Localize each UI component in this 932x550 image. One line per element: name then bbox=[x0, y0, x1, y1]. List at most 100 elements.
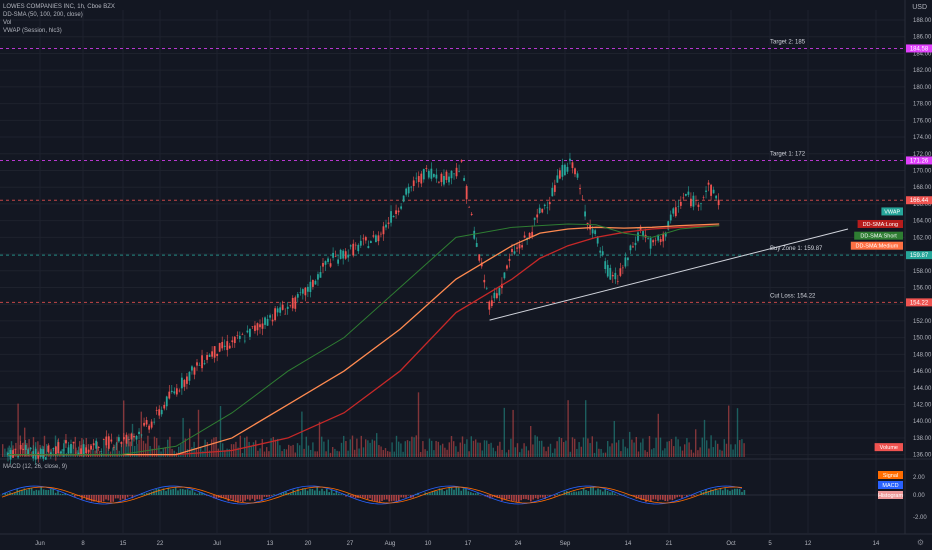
histogram-bar bbox=[177, 490, 179, 495]
indicator-vwap[interactable]: VWAP (Session, hlc3) bbox=[3, 27, 115, 35]
candle-body bbox=[405, 188, 408, 195]
y-tick-label: 152.00 bbox=[913, 319, 932, 325]
volume-bar bbox=[549, 443, 552, 457]
histogram-bar bbox=[614, 493, 616, 495]
candle-body bbox=[616, 281, 619, 282]
volume-bar bbox=[323, 441, 325, 457]
candle-body bbox=[576, 173, 579, 178]
histogram-bar bbox=[227, 495, 230, 502]
x-tick-label: 21 bbox=[666, 541, 673, 547]
histogram-bar bbox=[455, 487, 458, 495]
candle-body bbox=[546, 207, 549, 209]
volume-bar bbox=[576, 448, 578, 457]
candle-body bbox=[569, 158, 571, 161]
price-chart[interactable]: 136.00138.00140.00142.00144.00146.00148.… bbox=[0, 0, 932, 550]
volume-bar bbox=[523, 443, 525, 457]
histogram-bar bbox=[59, 493, 62, 495]
histogram-bar bbox=[165, 490, 167, 495]
histogram-bar bbox=[518, 495, 520, 502]
histogram-bar bbox=[143, 493, 146, 495]
histogram-bar bbox=[719, 488, 722, 495]
histogram-bar bbox=[717, 490, 719, 495]
candle-body bbox=[296, 294, 299, 298]
volume-bar bbox=[681, 450, 684, 457]
y-tick-label: 174.00 bbox=[913, 135, 932, 141]
candle-body bbox=[465, 186, 468, 200]
volume-bar bbox=[657, 413, 659, 457]
volume-bar bbox=[186, 449, 189, 457]
histogram-bar bbox=[62, 493, 64, 495]
y-tick-label: 158.00 bbox=[913, 269, 932, 275]
histogram-bar bbox=[606, 490, 609, 495]
candle-body bbox=[541, 208, 544, 213]
candle-body bbox=[191, 366, 193, 371]
histogram-bar bbox=[729, 490, 731, 495]
histogram-bar bbox=[33, 490, 35, 495]
y-tick-label: 164.00 bbox=[913, 219, 932, 225]
volume-bar bbox=[741, 439, 743, 457]
candle-body bbox=[279, 307, 282, 313]
volume-bar bbox=[567, 400, 569, 457]
histogram-bar bbox=[83, 495, 86, 498]
y-tick-label: 188.00 bbox=[913, 18, 932, 24]
symbol-title[interactable]: LOWES COMPANIES INC, 1h, Cboe BZX bbox=[3, 3, 115, 11]
candle-body bbox=[339, 249, 342, 259]
histogram-bar bbox=[405, 495, 407, 498]
gear-icon[interactable]: ⚙ bbox=[917, 538, 924, 547]
macd-y-tick: 2.00 bbox=[913, 475, 925, 481]
volume-bar bbox=[703, 419, 706, 457]
candle-body bbox=[213, 346, 216, 358]
candle-body bbox=[128, 439, 130, 440]
candle-body bbox=[133, 435, 135, 438]
histogram-bar bbox=[258, 495, 261, 500]
indicator-vol[interactable]: Vol bbox=[3, 19, 115, 27]
candle-body bbox=[553, 185, 556, 192]
candle-body bbox=[243, 340, 246, 342]
candle-body bbox=[571, 162, 574, 169]
volume-bar bbox=[710, 435, 712, 457]
histogram-bar bbox=[693, 495, 695, 497]
candle-body bbox=[314, 280, 317, 285]
histogram-bar bbox=[446, 489, 448, 495]
candle-body bbox=[306, 286, 309, 292]
volume-bar bbox=[611, 443, 613, 457]
candle-body bbox=[700, 203, 702, 205]
candle-body bbox=[508, 258, 511, 261]
candle-body bbox=[410, 186, 413, 188]
histogram-bar bbox=[530, 495, 532, 502]
volume-bar bbox=[455, 446, 457, 457]
candle-body bbox=[163, 404, 166, 409]
candle-body bbox=[518, 244, 521, 249]
histogram-bar bbox=[539, 495, 542, 498]
candle-body bbox=[634, 242, 637, 246]
volume-bar bbox=[173, 450, 175, 457]
histogram-bar bbox=[611, 491, 614, 495]
candle-body bbox=[90, 445, 93, 450]
candle-body bbox=[579, 188, 581, 190]
volume-bar bbox=[131, 423, 134, 457]
x-tick-label: Oct bbox=[726, 541, 736, 547]
histogram-bar bbox=[681, 495, 683, 499]
volume-bar bbox=[554, 448, 556, 457]
volume-bar bbox=[382, 450, 384, 457]
volume-bar bbox=[362, 447, 365, 457]
candle-body bbox=[188, 371, 191, 381]
histogram-bar bbox=[366, 495, 369, 500]
candle-body bbox=[37, 452, 40, 459]
histogram-bar bbox=[470, 492, 472, 495]
volume-bar bbox=[413, 437, 415, 457]
histogram-bar bbox=[95, 495, 98, 502]
y-tick-label: 140.00 bbox=[913, 419, 932, 425]
volume-bar bbox=[556, 441, 558, 457]
histogram-bar bbox=[268, 495, 270, 497]
histogram-bar bbox=[30, 487, 33, 495]
volume-bar bbox=[505, 452, 508, 457]
histogram-bar bbox=[191, 489, 194, 495]
histogram-bar bbox=[520, 495, 522, 501]
indicator-sma[interactable]: DD-SMA (50, 100, 200, close) bbox=[3, 11, 115, 19]
histogram-bar bbox=[678, 495, 681, 497]
candle-body bbox=[54, 446, 57, 455]
histogram-bar bbox=[450, 487, 453, 495]
histogram-bar bbox=[662, 495, 664, 500]
volume-bar bbox=[677, 439, 679, 457]
